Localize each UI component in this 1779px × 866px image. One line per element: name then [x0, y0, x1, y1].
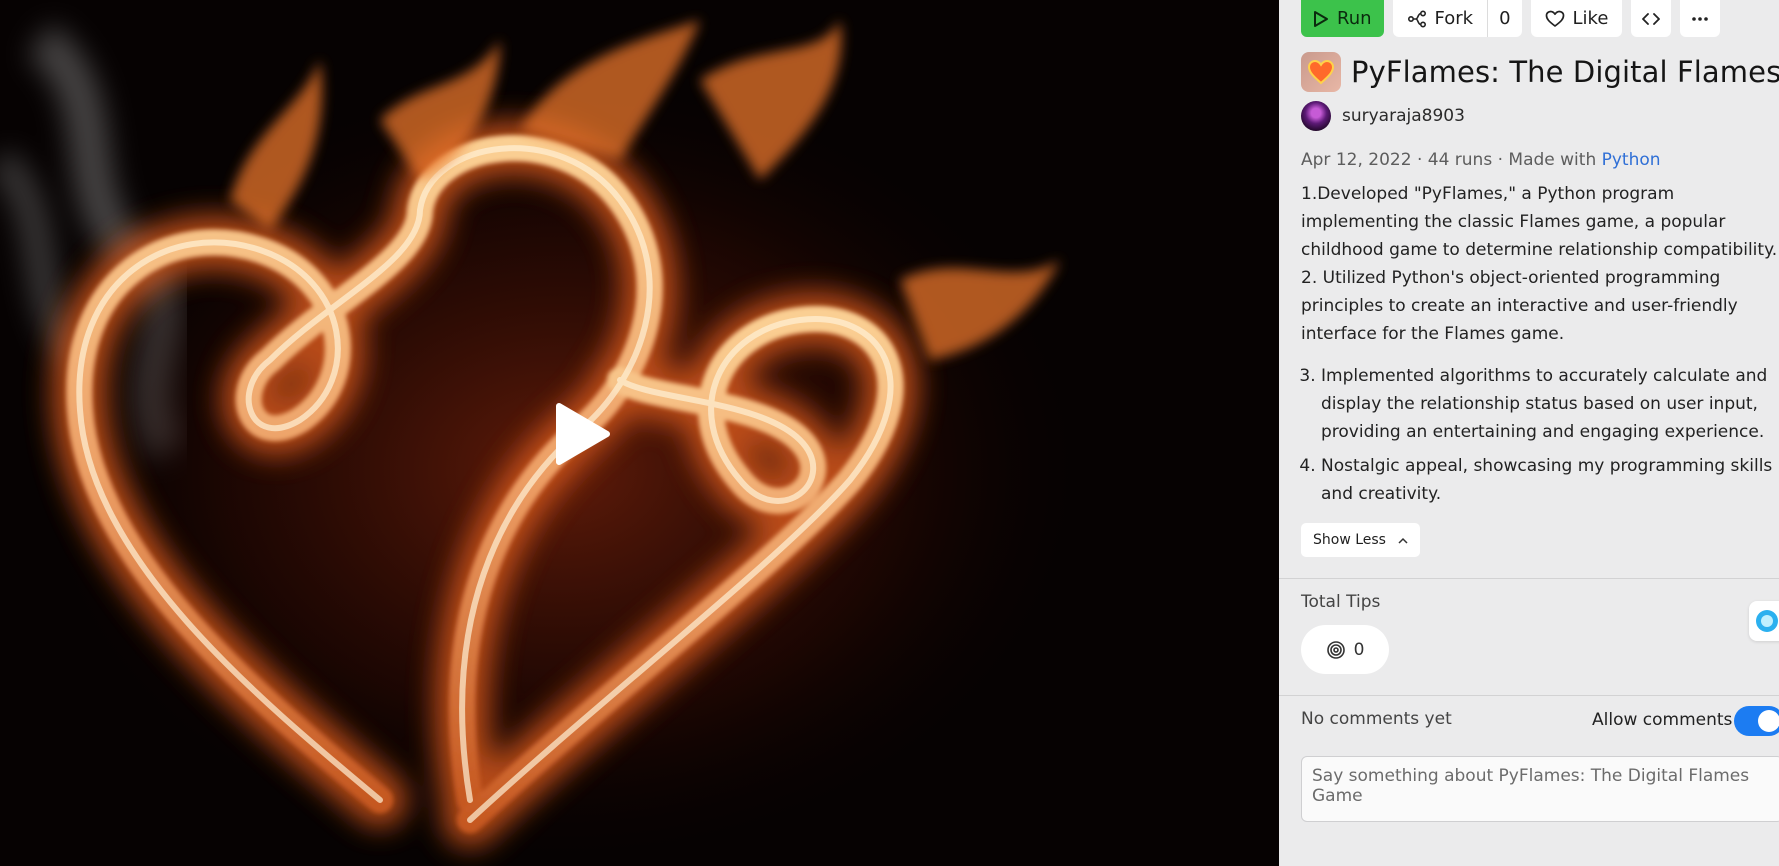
created-date: Apr 12, 2022	[1301, 150, 1412, 170]
divider	[1279, 695, 1779, 696]
comment-input[interactable]	[1301, 756, 1779, 822]
like-label: Like	[1572, 8, 1609, 29]
repl-icon	[1301, 52, 1341, 92]
run-button[interactable]: Run	[1301, 0, 1384, 37]
action-toolbar: Run Fork 0 Like	[1301, 0, 1721, 37]
toggle-knob	[1758, 710, 1779, 732]
description-paragraph: 2. Utilized Python's object-oriented pro…	[1301, 268, 1738, 344]
repl-meta: Apr 12, 2022 · 44 runs · Made with Pytho…	[1301, 150, 1661, 170]
cycles-icon	[1326, 640, 1345, 659]
like-button[interactable]: Like	[1530, 0, 1623, 37]
meta-separator: ·	[1416, 150, 1423, 170]
more-options-button[interactable]	[1680, 0, 1721, 37]
tips-count: 0	[1353, 639, 1365, 660]
avatar[interactable]	[1301, 101, 1331, 131]
heart-app-icon	[1307, 59, 1335, 85]
total-tips-label: Total Tips	[1301, 592, 1381, 612]
cover-media[interactable]	[0, 0, 1279, 866]
description-paragraph: 1.Developed "PyFlames," a Python program…	[1301, 184, 1778, 260]
flaming-hearts-image	[0, 0, 1279, 866]
allow-comments-label: Allow comments	[1592, 710, 1733, 730]
repl-details-panel: Run Fork 0 Like PyFlames: The Digital Fl…	[1279, 0, 1779, 866]
more-icon	[1692, 16, 1709, 21]
allow-comments-toggle[interactable]	[1734, 706, 1779, 736]
embed-code-button[interactable]	[1631, 0, 1672, 37]
fork-group: Fork 0	[1392, 0, 1522, 37]
page-title: PyFlames: The Digital Flames G	[1351, 55, 1779, 89]
author-username[interactable]: suryaraja8903	[1342, 106, 1465, 126]
tips-button[interactable]: 0	[1301, 625, 1389, 674]
fork-count[interactable]: 0	[1487, 0, 1521, 37]
title-text: PyFlames: The Digital Flames	[1351, 55, 1779, 89]
floating-assistant-button[interactable]	[1749, 601, 1779, 641]
fork-button[interactable]: Fork	[1393, 0, 1488, 37]
play-icon	[556, 403, 610, 465]
show-less-label: Show Less	[1313, 532, 1386, 548]
play-icon	[1314, 10, 1328, 27]
list-item: Nostalgic appeal, showcasing my programm…	[1321, 452, 1779, 508]
code-icon	[1642, 12, 1661, 25]
title-row: PyFlames: The Digital Flames G	[1301, 52, 1779, 92]
no-comments-label: No comments yet	[1301, 709, 1452, 729]
language-link[interactable]: Python	[1602, 150, 1661, 170]
author-row[interactable]: suryaraja8903	[1301, 101, 1465, 131]
meta-separator: ·	[1497, 150, 1503, 170]
fork-label: Fork	[1434, 8, 1474, 29]
description: 1.Developed "PyFlames," a Python program…	[1301, 180, 1779, 514]
heart-icon	[1545, 10, 1564, 27]
divider	[1279, 578, 1779, 579]
fork-icon	[1407, 9, 1426, 28]
description-list: Implemented algorithms to accurately cal…	[1301, 362, 1779, 508]
list-item: Implemented algorithms to accurately cal…	[1321, 362, 1779, 446]
run-label: Run	[1337, 8, 1372, 29]
show-less-button[interactable]: Show Less	[1301, 523, 1420, 557]
assistant-icon	[1756, 610, 1778, 632]
play-button[interactable]	[553, 402, 611, 466]
chevron-up-icon	[1398, 537, 1408, 544]
made-with-label: Made with	[1508, 150, 1597, 170]
run-count: 44 runs	[1427, 150, 1493, 170]
